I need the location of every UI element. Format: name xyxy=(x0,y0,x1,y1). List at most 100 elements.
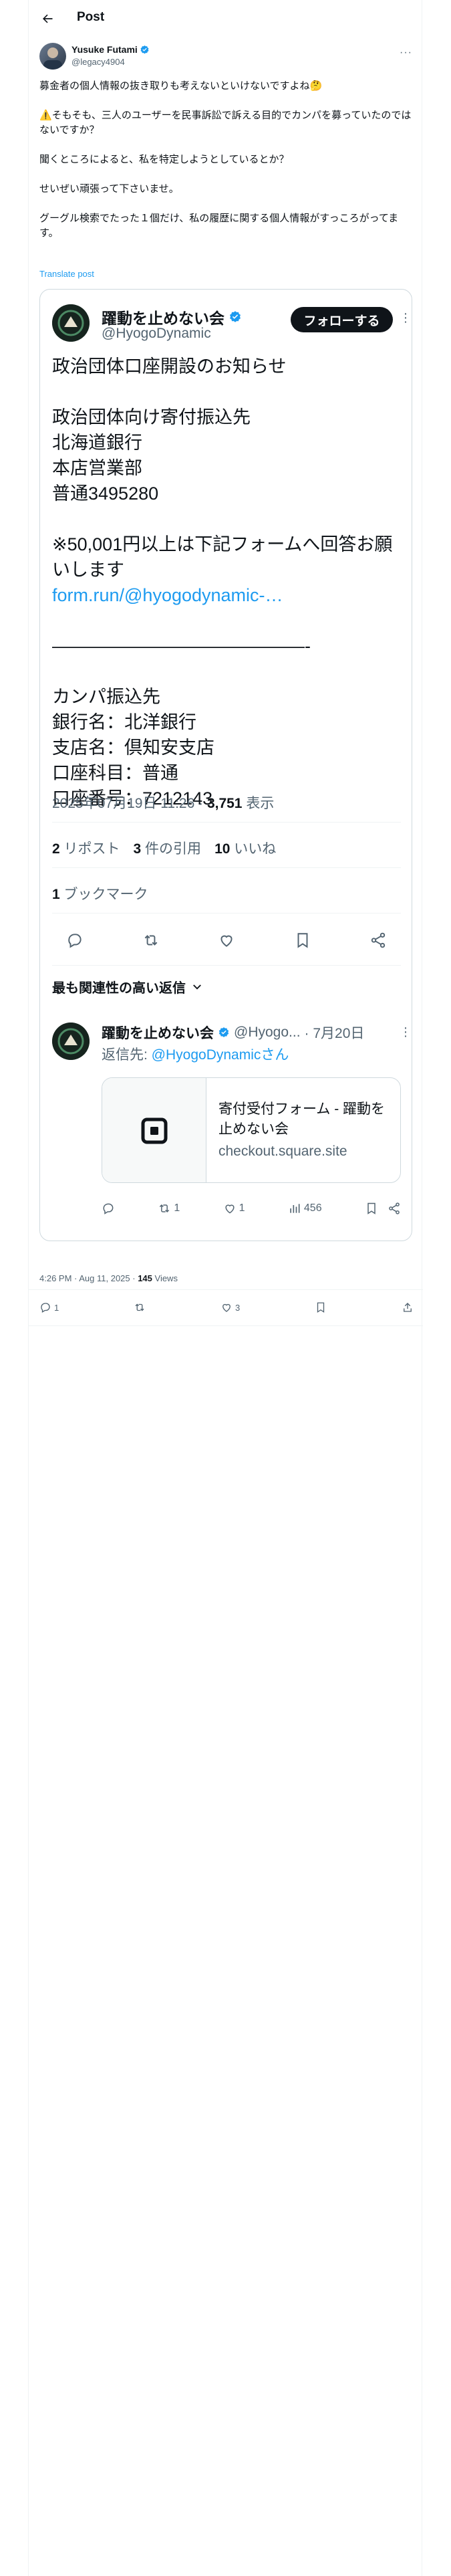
author-name-text: Yusuke Futami xyxy=(71,44,138,55)
reply-sort-label: 最も関連性の高い返信 xyxy=(52,981,186,996)
share-icon[interactable] xyxy=(388,1202,401,1215)
quoted-author-handle[interactable]: @HyogoDynamic xyxy=(102,326,211,342)
quoted-post-text: 政治団体口座開設のお知らせ 政治団体向け寄付振込先 北海道銀行 本店営業部 普通… xyxy=(52,354,400,811)
like-button[interactable]: 3 xyxy=(220,1301,240,1313)
views-icon xyxy=(290,1204,300,1213)
like-icon xyxy=(222,1303,231,1312)
reply-extra-actions xyxy=(365,1202,401,1215)
divider xyxy=(52,965,401,966)
reply-like-count: 1 xyxy=(239,1202,245,1214)
reply-reply-button[interactable] xyxy=(102,1202,115,1215)
divider xyxy=(29,1325,423,1326)
reply-author-avatar[interactable] xyxy=(52,1023,90,1060)
quoted-timestamp[interactable]: 2025年07月19日 11:26 · 3,751 表示 xyxy=(52,792,274,813)
quoted-text-part-1: 政治団体口座開設のお知らせ 政治団体向け寄付振込先 北海道銀行 本店営業部 普通… xyxy=(52,356,393,580)
post-action-bar: 1 3 xyxy=(39,1296,414,1319)
link-card-title: 寄付受付フォーム - 躍動を止めない会 xyxy=(218,1101,386,1137)
reply-views-button[interactable]: 456 xyxy=(288,1202,322,1215)
reposts-stat[interactable]: 2 リポスト xyxy=(52,838,120,858)
quoted-views-label: 表示 xyxy=(242,796,275,811)
verified-badge-icon xyxy=(140,45,149,53)
replying-to: 返信先: @HyogoDynamicさん xyxy=(102,1044,289,1064)
bookmark-icon[interactable] xyxy=(365,1202,378,1215)
reply-header: 躍動を止めない会 @Hyogo... · 7月20日 xyxy=(102,1023,364,1043)
reply-sort-dropdown[interactable]: 最も関連性の高い返信 xyxy=(52,977,203,996)
likes-label: いいね xyxy=(230,841,277,857)
page-title: Post xyxy=(77,10,105,24)
bookmarks-stat[interactable]: 1 ブックマーク xyxy=(52,883,148,903)
like-count: 3 xyxy=(235,1302,241,1313)
like-icon[interactable] xyxy=(216,930,237,951)
repost-icon[interactable] xyxy=(140,930,162,951)
reply-icon[interactable] xyxy=(64,930,86,951)
likes-stat[interactable]: 10 いいね xyxy=(214,838,276,858)
post-time[interactable]: 4:26 PM · Aug 11, 2025 · xyxy=(39,1273,138,1283)
quotes-count: 3 xyxy=(133,841,142,857)
quoted-author-name[interactable]: 躍動を止めない会 xyxy=(102,306,242,328)
quoted-stats: 2 リポスト 3 件の引用 10 いいね xyxy=(52,838,276,858)
repost-icon xyxy=(160,1204,170,1213)
quoted-form-link[interactable]: form.run/@hyogodynamic-… xyxy=(52,585,283,605)
main-column: Post Yusuke Futami @legacy4904 ··· 募金者の個… xyxy=(28,0,423,2576)
divider xyxy=(52,867,401,868)
follow-button[interactable]: フォローする xyxy=(291,307,393,332)
reply-icon xyxy=(103,1203,114,1214)
post-meta: 4:26 PM · Aug 11, 2025 · 145 Views xyxy=(39,1273,178,1283)
quoted-text-part-2: ——————————————- カンパ振込先 銀行名：北洋銀行 支店名：倶知安支… xyxy=(52,636,311,809)
reply-author-handle[interactable]: @Hyogo... xyxy=(234,1025,301,1041)
quoted-author-avatar[interactable] xyxy=(52,304,90,342)
quoted-time-text: 2025年07月19日 11:26 · xyxy=(52,796,207,811)
bookmark-icon[interactable] xyxy=(292,930,313,951)
reply-author-name[interactable]: 躍動を止めない会 xyxy=(102,1023,214,1043)
author-handle[interactable]: @legacy4904 xyxy=(71,57,125,67)
reply-timestamp[interactable]: · 7月20日 xyxy=(305,1023,365,1043)
post-views-count: 145 xyxy=(138,1273,152,1283)
bookmarks-count: 1 xyxy=(52,887,60,902)
share-button[interactable] xyxy=(402,1301,414,1313)
replying-to-label: 返信先: xyxy=(102,1047,152,1063)
quoted-post-card[interactable]: 躍動を止めない会 @HyogoDynamic フォローする ⋮ 政治団体口座開設… xyxy=(39,289,412,1241)
link-preview-card[interactable]: 寄付受付フォーム - 躍動を止めない会 checkout.square.site xyxy=(102,1077,401,1183)
quotes-label: 件の引用 xyxy=(141,841,202,857)
post-text: 募金者の個人情報の抜き取りも考えないといけないですよね🤔 ⚠️そもそも、三人のユ… xyxy=(39,80,412,239)
bookmark-button[interactable] xyxy=(315,1301,327,1313)
reply-views-count: 456 xyxy=(303,1202,322,1214)
header: Post xyxy=(29,0,423,37)
chevron-down-icon xyxy=(193,984,201,990)
divider xyxy=(52,913,401,914)
translate-post-link[interactable]: Translate post xyxy=(39,269,94,279)
verified-badge-icon xyxy=(230,311,241,322)
quoted-action-bar xyxy=(52,924,401,957)
quoted-author-name-text: 躍動を止めない会 xyxy=(102,310,224,327)
more-options-icon[interactable]: ··· xyxy=(400,47,412,59)
repost-button[interactable] xyxy=(134,1301,146,1313)
post-views-label: Views xyxy=(152,1273,178,1283)
like-icon xyxy=(225,1204,235,1214)
back-button[interactable] xyxy=(38,9,57,28)
reply-repost-button[interactable]: 1 xyxy=(158,1202,180,1215)
reposts-label: リポスト xyxy=(59,841,120,857)
more-options-icon[interactable]: ⋮ xyxy=(400,311,412,325)
reply-button[interactable]: 1 xyxy=(39,1301,59,1313)
more-options-icon[interactable]: ⋮ xyxy=(400,1025,412,1039)
square-logo-icon xyxy=(102,1078,206,1182)
reply-like-button[interactable]: 1 xyxy=(223,1202,245,1215)
link-card-domain: checkout.square.site xyxy=(218,1144,347,1159)
repost-icon xyxy=(135,1303,144,1311)
reply-count: 1 xyxy=(54,1302,59,1313)
likes-count: 10 xyxy=(214,841,231,857)
verified-badge-icon xyxy=(218,1027,229,1037)
quotes-stat[interactable]: 3 件の引用 xyxy=(134,838,202,858)
reply-repost-count: 1 xyxy=(174,1202,180,1214)
author-name[interactable]: Yusuke Futami xyxy=(71,44,150,55)
bookmarks-label: ブックマーク xyxy=(59,887,148,902)
page: Post Yusuke Futami @legacy4904 ··· 募金者の個… xyxy=(0,0,451,2576)
back-arrow-icon xyxy=(43,14,53,23)
author-avatar[interactable] xyxy=(39,43,66,70)
replying-to-handle[interactable]: @HyogoDynamicさん xyxy=(152,1047,289,1063)
divider xyxy=(52,822,401,823)
bookmark-icon xyxy=(317,1302,325,1313)
divider xyxy=(29,1289,423,1290)
share-icon[interactable] xyxy=(367,930,389,951)
share-upload-icon xyxy=(404,1303,412,1312)
